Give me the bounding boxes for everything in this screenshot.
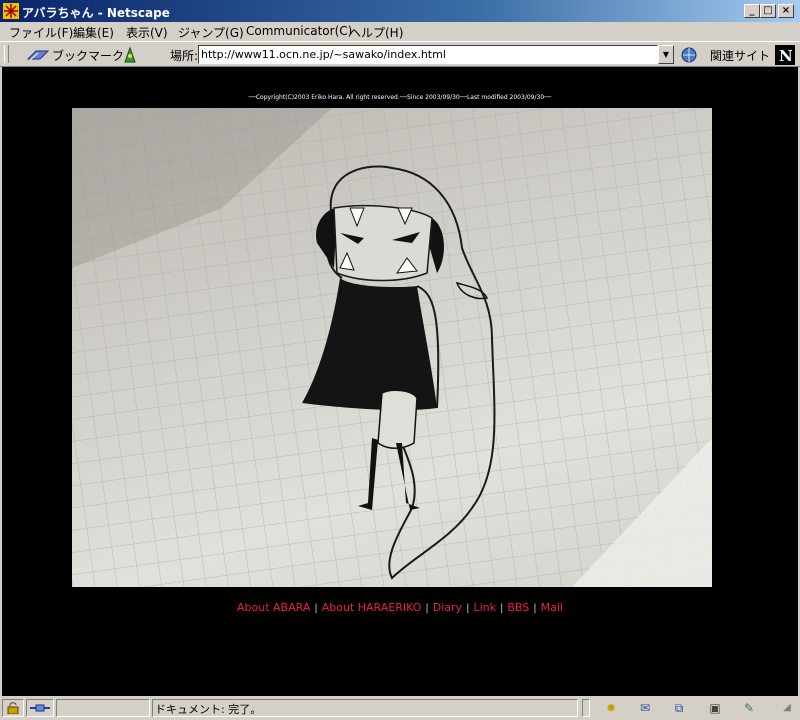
link-separator: | (466, 603, 470, 614)
link-about-abara[interactable]: About ABARA (237, 601, 310, 614)
bookmark-icon[interactable] (26, 47, 50, 63)
status-text: ドキュメント: 完了。 (155, 703, 262, 716)
title-bar[interactable]: アバラちゃん - Netscape _ □ × (0, 0, 800, 22)
related-sites-button[interactable]: 関連サイト (710, 47, 770, 64)
url-dropdown-button[interactable]: ▼ (658, 45, 674, 64)
page-content: ──Copyright(C)2003 Eriko Hara. All right… (2, 67, 798, 696)
addressbook-icon[interactable]: ✎ (740, 700, 758, 716)
composer-icon[interactable]: ▣ (706, 700, 724, 716)
url-field[interactable] (198, 45, 658, 64)
link-separator: | (499, 603, 504, 614)
mail-icon[interactable]: ✉ (636, 700, 654, 716)
menu-help[interactable]: ヘルプ(H) (349, 24, 403, 41)
page-proxy-icon[interactable] (122, 46, 138, 64)
lock-icon[interactable] (6, 702, 20, 714)
toolbar-grip[interactable] (4, 45, 9, 63)
link-separator: | (314, 603, 318, 614)
newsgroups-icon[interactable]: ⧉ (670, 700, 688, 716)
link-mail[interactable]: Mail (541, 601, 563, 614)
character-drawing (72, 108, 712, 587)
window-title: アバラちゃん - Netscape (22, 6, 170, 20)
menu-edit[interactable]: 編集(E) (73, 24, 114, 41)
link-about-haraeriko[interactable]: About HARAERIKO (322, 601, 422, 614)
netscape-logo-icon[interactable]: N (775, 45, 795, 65)
link-diary[interactable]: Diary (433, 601, 462, 614)
link-bbs[interactable]: BBS (507, 601, 529, 614)
online-status-cell[interactable] (26, 699, 54, 717)
svg-text:N: N (779, 47, 793, 65)
link-separator: | (533, 603, 537, 614)
security-lock-cell[interactable] (2, 699, 24, 717)
navigator-icon[interactable]: ✹ (602, 700, 620, 716)
menu-view[interactable]: 表示(V) (126, 24, 168, 41)
related-sites-icon[interactable] (680, 46, 700, 64)
minimize-button[interactable]: _ (744, 4, 760, 18)
netscape-app-icon (3, 3, 19, 19)
close-button[interactable]: × (778, 4, 794, 18)
menu-file[interactable]: ファイル(F) (9, 24, 73, 41)
browser-window: アバラちゃん - Netscape _ □ × ファイル(F) 編集(E) 表示… (0, 0, 800, 720)
location-label: 場所: (170, 49, 199, 63)
url-input[interactable] (199, 46, 653, 62)
copyright-text: ──Copyright(C)2003 Eriko Hara. All right… (248, 94, 552, 101)
resize-grip-icon[interactable]: ◢ (778, 700, 796, 716)
maximize-button[interactable]: □ (760, 4, 776, 18)
link-separator: | (425, 603, 429, 614)
status-divider (582, 699, 590, 717)
status-bar: ドキュメント: 完了。 ✹ ✉ ⧉ ▣ ✎ ◢ (0, 697, 800, 720)
character-photo (72, 108, 712, 587)
location-toolbar: ブックマーク 場所: ▼ 関連サイト N (0, 41, 800, 67)
nav-links: About ABARA | About HARAERIKO | Diary | Link | B… (2, 601, 798, 614)
bookmarks-button[interactable]: ブックマーク (52, 47, 124, 64)
progress-cell (56, 699, 150, 717)
connection-icon[interactable] (29, 703, 51, 713)
menu-bar: ファイル(F) 編集(E) 表示(V) ジャンプ(G) Communicator… (0, 22, 800, 41)
link-link[interactable]: Link (473, 601, 496, 614)
menu-communicator[interactable]: Communicator(C) (246, 24, 352, 38)
menu-go[interactable]: ジャンプ(G) (178, 24, 244, 41)
